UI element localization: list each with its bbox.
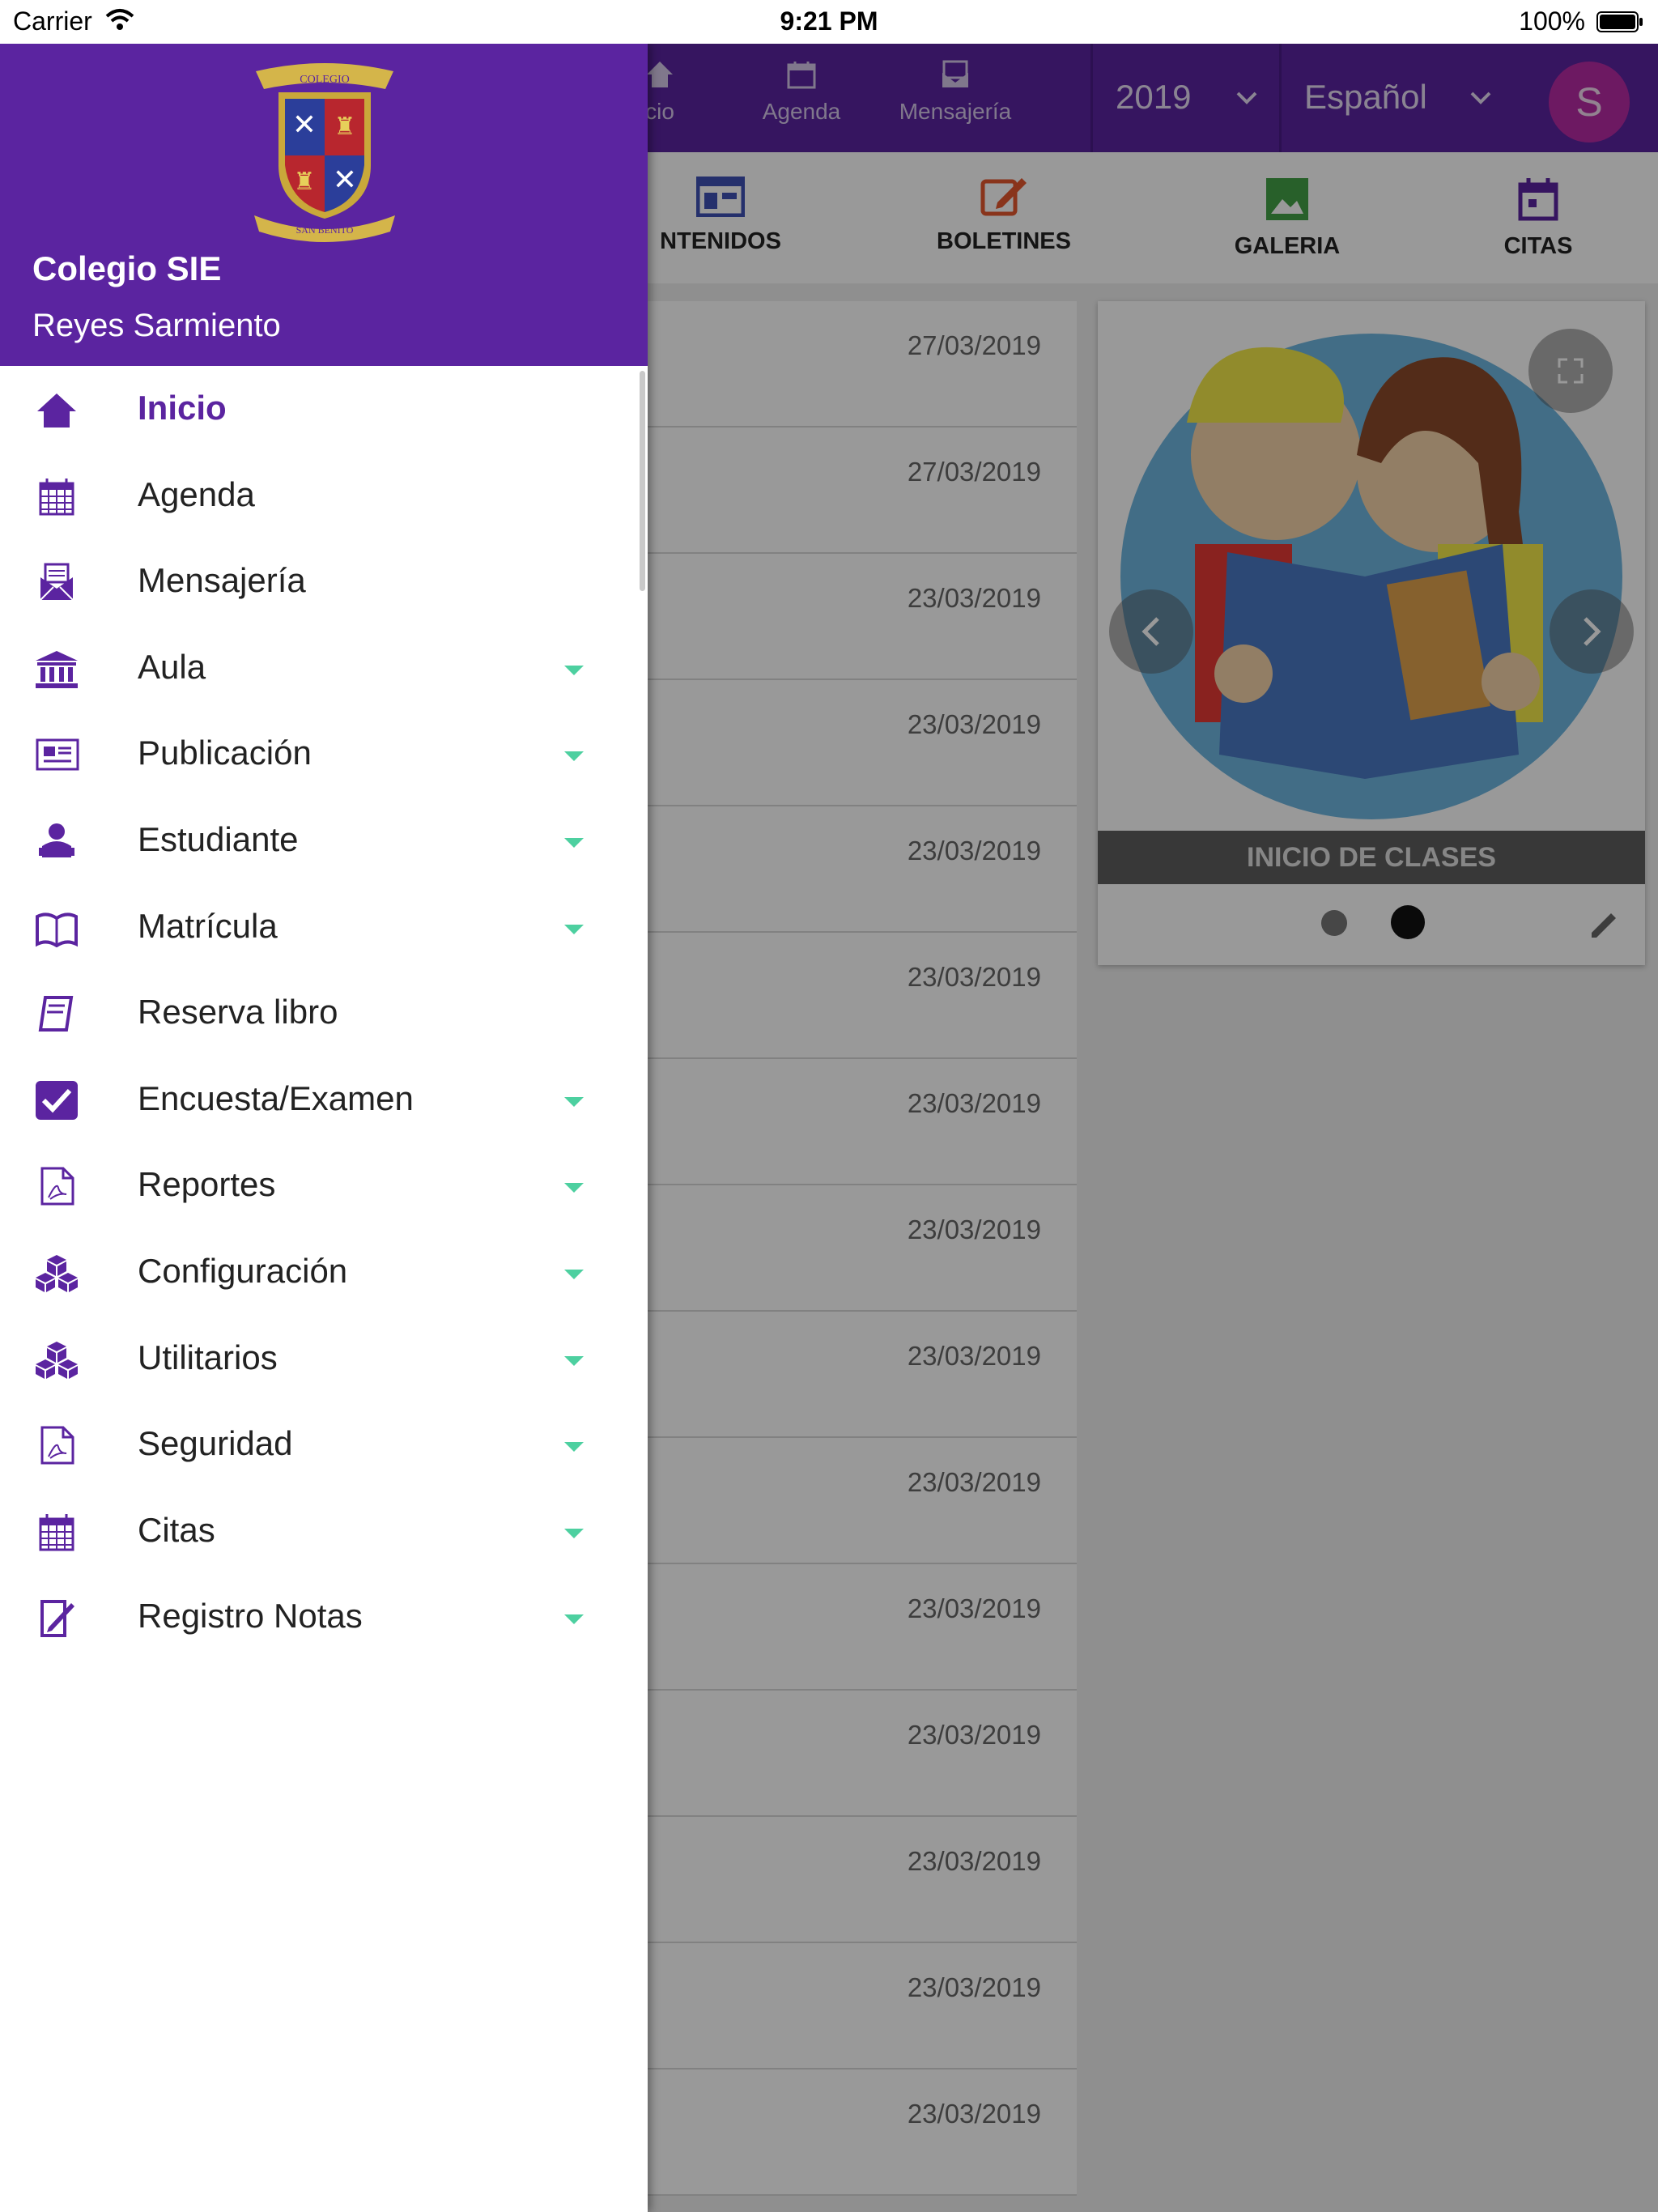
svg-text:COLEGIO: COLEGIO xyxy=(300,74,349,86)
battery-icon xyxy=(1596,11,1643,32)
expand-arrow-icon[interactable] xyxy=(564,1528,584,1538)
sidebar-item-label: Encuesta/Examen xyxy=(138,1078,414,1117)
sidebar-item-label: Citas xyxy=(138,1510,215,1549)
home-icon xyxy=(37,393,76,428)
sidebar-item-label: Reportes xyxy=(138,1165,276,1204)
expand-arrow-icon[interactable] xyxy=(564,665,584,675)
pdf-icon xyxy=(40,1426,74,1465)
sidebar-item-label: Utilitarios xyxy=(138,1338,278,1376)
expand-arrow-icon[interactable] xyxy=(564,1269,584,1279)
user-name: Reyes Sarmiento xyxy=(32,308,281,343)
calendar-icon xyxy=(39,478,74,516)
expand-arrow-icon[interactable] xyxy=(564,751,584,762)
sidebar-item-configuración[interactable]: Configuración xyxy=(0,1229,648,1316)
sidebar-item-publicación[interactable]: Publicación xyxy=(0,711,648,798)
sidebar-item-encuesta-examen[interactable]: Encuesta/Examen xyxy=(0,1057,648,1143)
sidebar-item-label: Aula xyxy=(138,647,206,686)
sidebar-item-label: Matrícula xyxy=(138,906,278,945)
status-bar: Carrier 9:21 PM 100% xyxy=(0,0,1658,44)
expand-arrow-icon[interactable] xyxy=(564,1442,584,1453)
svg-text:✕: ✕ xyxy=(333,164,357,197)
school-crest-logo: COLEGIO ✕ ♜ ♜ ✕ SAN BENITO xyxy=(254,63,395,242)
expand-arrow-icon[interactable] xyxy=(564,837,584,848)
cubes-icon xyxy=(36,1254,78,1292)
sidebar-item-label: Publicación xyxy=(138,734,312,772)
sidebar-item-label: Configuración xyxy=(138,1251,348,1290)
pdf-icon xyxy=(40,1167,74,1206)
drawer-scrollbar[interactable] xyxy=(640,371,645,591)
student-icon xyxy=(39,823,74,857)
calendar-icon xyxy=(39,1513,74,1551)
svg-text:SAN BENITO: SAN BENITO xyxy=(296,224,354,236)
sidebar-item-mensajería[interactable]: Mensajería xyxy=(0,538,648,625)
mail-icon xyxy=(40,563,74,601)
sidebar-item-label: Estudiante xyxy=(138,819,299,858)
sidebar-item-label: Seguridad xyxy=(138,1424,293,1463)
sidebar-item-label: Mensajería xyxy=(138,561,306,600)
sidebar-item-label: Agenda xyxy=(138,474,255,513)
expand-arrow-icon[interactable] xyxy=(564,924,584,934)
book-icon xyxy=(38,996,74,1032)
institution-icon xyxy=(36,650,78,688)
svg-text:✕: ✕ xyxy=(292,108,317,142)
sidebar-item-estudiante[interactable]: Estudiante xyxy=(0,798,648,884)
navigation-drawer: COLEGIO ✕ ♜ ♜ ✕ SAN BENITO Colegio SIE R… xyxy=(0,44,648,2212)
sidebar-item-reportes[interactable]: Reportes xyxy=(0,1142,648,1229)
expand-arrow-icon[interactable] xyxy=(564,1183,584,1193)
sidebar-item-utilitarios[interactable]: Utilitarios xyxy=(0,1316,648,1402)
newspaper-icon xyxy=(36,738,79,771)
sidebar-item-seguridad[interactable]: Seguridad xyxy=(0,1402,648,1488)
drawer-header: COLEGIO ✕ ♜ ♜ ✕ SAN BENITO Colegio SIE R… xyxy=(0,44,648,366)
sidebar-item-label: Inicio xyxy=(138,389,227,427)
school-name: Colegio SIE xyxy=(32,249,222,287)
edit-document-icon xyxy=(40,1600,74,1638)
cubes-icon xyxy=(36,1341,78,1379)
sidebar-item-label: Reserva libro xyxy=(138,993,338,1032)
book-open-icon xyxy=(36,912,78,947)
battery-percent: 100% xyxy=(1519,6,1585,36)
clock: 9:21 PM xyxy=(780,6,878,36)
checkbox-icon xyxy=(36,1080,78,1120)
sidebar-item-inicio[interactable]: Inicio xyxy=(0,366,648,453)
sidebar-item-label: Registro Notas xyxy=(138,1597,363,1636)
expand-arrow-icon[interactable] xyxy=(564,1614,584,1625)
expand-arrow-icon[interactable] xyxy=(564,1355,584,1366)
expand-arrow-icon[interactable] xyxy=(564,1096,584,1107)
drawer-menu: Inicio Agenda Mensajería Aula Publicación Est… xyxy=(0,366,648,1661)
sidebar-item-agenda[interactable]: Agenda xyxy=(0,453,648,539)
sidebar-item-matrícula[interactable]: Matrícula xyxy=(0,884,648,971)
svg-text:♜: ♜ xyxy=(334,113,356,141)
sidebar-item-registro-notas[interactable]: Registro Notas xyxy=(0,1574,648,1661)
sidebar-item-citas[interactable]: Citas xyxy=(0,1488,648,1575)
sidebar-item-aula[interactable]: Aula xyxy=(0,625,648,712)
svg-text:♜: ♜ xyxy=(294,168,316,196)
sidebar-item-reserva-libro[interactable]: Reserva libro xyxy=(0,970,648,1057)
